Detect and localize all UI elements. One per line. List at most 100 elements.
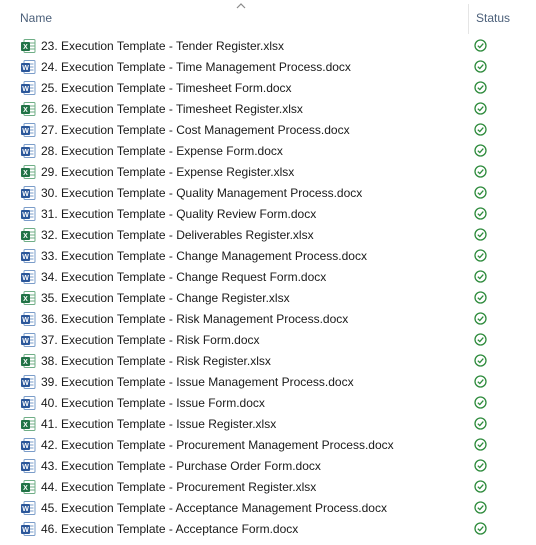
- file-name[interactable]: 24. Execution Template - Time Management…: [41, 60, 351, 74]
- column-divider[interactable]: [468, 4, 469, 34]
- word-doc-icon: W: [20, 374, 36, 390]
- svg-text:W: W: [22, 443, 29, 450]
- file-name[interactable]: 32. Execution Template - Deliverables Re…: [41, 228, 314, 242]
- file-row[interactable]: X 44. Execution Template - Procurement Re…: [0, 477, 536, 498]
- file-name[interactable]: 42. Execution Template - Procurement Man…: [41, 438, 394, 452]
- file-row[interactable]: W 24. Execution Template - Time Managemen…: [0, 57, 536, 78]
- file-name[interactable]: 40. Execution Template - Issue Form.docx: [41, 396, 265, 410]
- file-row[interactable]: X 26. Execution Template - Timesheet Regi…: [0, 99, 536, 120]
- excel-sheet-icon: X: [20, 416, 36, 432]
- svg-text:W: W: [22, 527, 29, 534]
- file-name[interactable]: 33. Execution Template - Change Manageme…: [41, 249, 367, 263]
- svg-text:X: X: [23, 359, 28, 366]
- file-row[interactable]: W 37. Execution Template - Risk Form.docx: [0, 330, 536, 351]
- file-name[interactable]: 38. Execution Template - Risk Register.x…: [41, 354, 271, 368]
- word-doc-icon: W: [20, 143, 36, 159]
- file-name[interactable]: 45. Execution Template - Acceptance Mana…: [41, 501, 387, 515]
- check-circle-icon: [474, 228, 487, 241]
- word-doc-icon: W: [20, 521, 36, 537]
- file-row[interactable]: W 42. Execution Template - Procurement Ma…: [0, 435, 536, 456]
- check-circle-icon: [474, 186, 487, 199]
- file-row[interactable]: X 38. Execution Template - Risk Register.…: [0, 351, 536, 372]
- word-doc-icon: W: [20, 185, 36, 201]
- check-circle-icon: [474, 438, 487, 451]
- file-row[interactable]: X 41. Execution Template - Issue Register…: [0, 414, 536, 435]
- file-row[interactable]: W 40. Execution Template - Issue Form.doc…: [0, 393, 536, 414]
- file-row[interactable]: W 34. Execution Template - Change Request…: [0, 267, 536, 288]
- word-doc-icon: W: [20, 248, 36, 264]
- svg-text:W: W: [22, 128, 29, 135]
- file-name[interactable]: 44. Execution Template - Procurement Reg…: [41, 480, 316, 494]
- check-circle-icon: [474, 270, 487, 283]
- file-row[interactable]: W 45. Execution Template - Acceptance Man…: [0, 498, 536, 519]
- check-circle-icon: [474, 39, 487, 52]
- file-name[interactable]: 35. Execution Template - Change Register…: [41, 291, 290, 305]
- file-name[interactable]: 46. Execution Template - Acceptance Form…: [41, 522, 298, 536]
- file-row[interactable]: W 33. Execution Template - Change Managem…: [0, 246, 536, 267]
- file-name[interactable]: 25. Execution Template - Timesheet Form.…: [41, 81, 292, 95]
- file-name[interactable]: 43. Execution Template - Purchase Order …: [41, 459, 321, 473]
- check-circle-icon: [474, 102, 487, 115]
- file-row[interactable]: X 35. Execution Template - Change Registe…: [0, 288, 536, 309]
- file-name[interactable]: 34. Execution Template - Change Request …: [41, 270, 326, 284]
- file-name[interactable]: 31. Execution Template - Quality Review …: [41, 207, 316, 221]
- check-circle-icon: [474, 480, 487, 493]
- file-row[interactable]: W 31. Execution Template - Quality Review…: [0, 204, 536, 225]
- svg-text:W: W: [22, 212, 29, 219]
- check-circle-icon: [474, 333, 487, 346]
- name-column-header[interactable]: Name: [20, 11, 52, 25]
- svg-text:W: W: [22, 401, 29, 408]
- svg-text:X: X: [23, 296, 28, 303]
- file-name[interactable]: 29. Execution Template - Expense Registe…: [41, 165, 294, 179]
- file-row[interactable]: W 27. Execution Template - Cost Managemen…: [0, 120, 536, 141]
- sort-ascending-icon[interactable]: [235, 2, 247, 10]
- check-circle-icon: [474, 207, 487, 220]
- excel-sheet-icon: X: [20, 353, 36, 369]
- svg-text:X: X: [23, 485, 28, 492]
- word-doc-icon: W: [20, 500, 36, 516]
- svg-text:X: X: [23, 170, 28, 177]
- file-row[interactable]: W 30. Execution Template - Quality Manage…: [0, 183, 536, 204]
- file-list: X 23. Execution Template - Tender Registe…: [0, 36, 536, 540]
- word-doc-icon: W: [20, 395, 36, 411]
- check-circle-icon: [474, 459, 487, 472]
- file-name[interactable]: 28. Execution Template - Expense Form.do…: [41, 144, 283, 158]
- file-row[interactable]: W 46. Execution Template - Acceptance For…: [0, 519, 536, 540]
- svg-text:X: X: [23, 107, 28, 114]
- file-row[interactable]: X 32. Execution Template - Deliverables R…: [0, 225, 536, 246]
- word-doc-icon: W: [20, 458, 36, 474]
- check-circle-icon: [474, 417, 487, 430]
- file-row[interactable]: W 43. Execution Template - Purchase Order…: [0, 456, 536, 477]
- file-row[interactable]: W 25. Execution Template - Timesheet Form…: [0, 78, 536, 99]
- file-row[interactable]: X 29. Execution Template - Expense Regist…: [0, 162, 536, 183]
- svg-text:W: W: [22, 191, 29, 198]
- check-circle-icon: [474, 375, 487, 388]
- svg-text:W: W: [22, 464, 29, 471]
- excel-sheet-icon: X: [20, 290, 36, 306]
- file-name[interactable]: 26. Execution Template - Timesheet Regis…: [41, 102, 303, 116]
- excel-sheet-icon: X: [20, 38, 36, 54]
- svg-text:W: W: [22, 380, 29, 387]
- file-row[interactable]: W 39. Execution Template - Issue Manageme…: [0, 372, 536, 393]
- file-row[interactable]: W 28. Execution Template - Expense Form.d…: [0, 141, 536, 162]
- file-name[interactable]: 27. Execution Template - Cost Management…: [41, 123, 350, 137]
- svg-text:W: W: [22, 506, 29, 513]
- check-circle-icon: [474, 501, 487, 514]
- file-row[interactable]: X 23. Execution Template - Tender Registe…: [0, 36, 536, 57]
- svg-text:X: X: [23, 233, 28, 240]
- check-circle-icon: [474, 396, 487, 409]
- word-doc-icon: W: [20, 206, 36, 222]
- svg-text:W: W: [22, 254, 29, 261]
- file-name[interactable]: 41. Execution Template - Issue Register.…: [41, 417, 276, 431]
- check-circle-icon: [474, 249, 487, 262]
- file-name[interactable]: 36. Execution Template - Risk Management…: [41, 312, 348, 326]
- file-name[interactable]: 39. Execution Template - Issue Managemen…: [41, 375, 354, 389]
- word-doc-icon: W: [20, 269, 36, 285]
- file-name[interactable]: 37. Execution Template - Risk Form.docx: [41, 333, 260, 347]
- svg-text:W: W: [22, 338, 29, 345]
- status-column-header[interactable]: Status: [476, 11, 510, 25]
- file-row[interactable]: W 36. Execution Template - Risk Managemen…: [0, 309, 536, 330]
- file-name[interactable]: 30. Execution Template - Quality Managem…: [41, 186, 362, 200]
- check-circle-icon: [474, 291, 487, 304]
- file-name[interactable]: 23. Execution Template - Tender Register…: [41, 39, 284, 53]
